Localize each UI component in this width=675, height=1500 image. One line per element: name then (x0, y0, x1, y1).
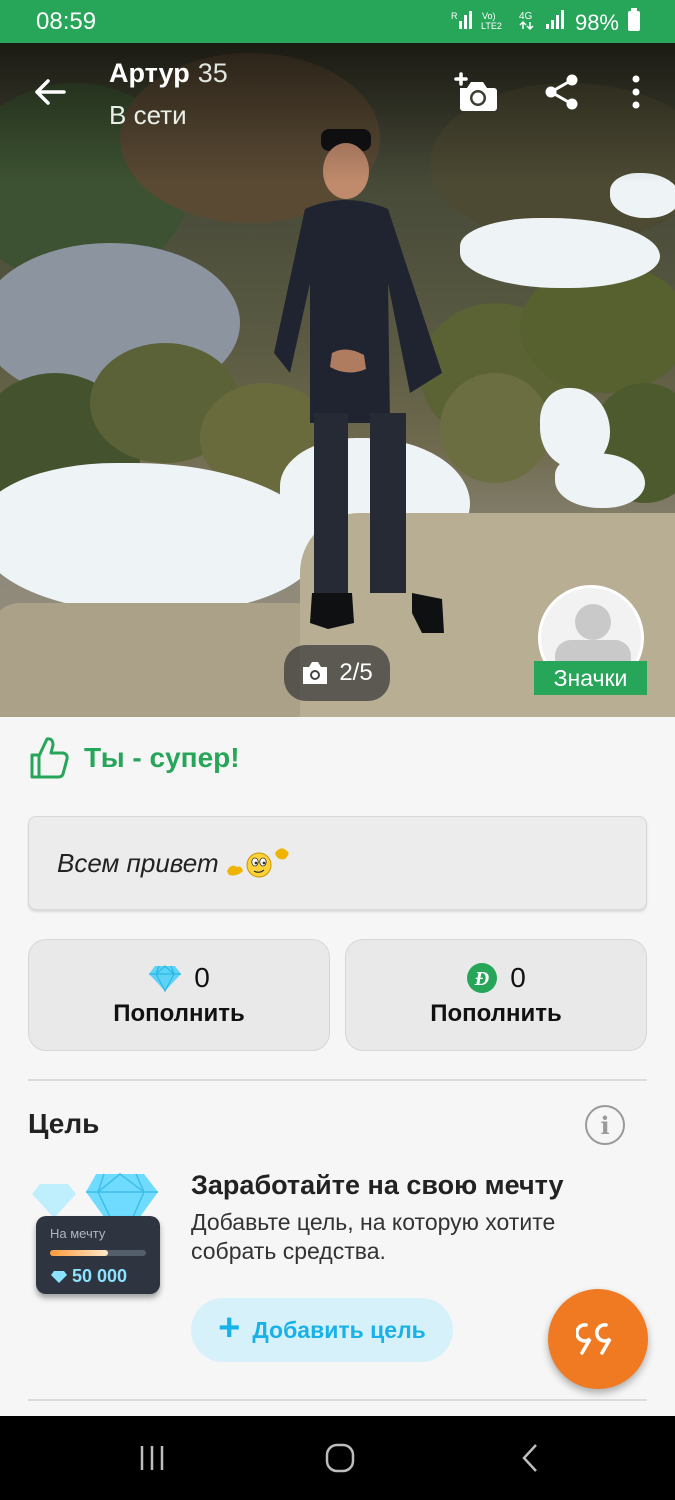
more-vertical-icon (632, 75, 640, 109)
diamonds-amount: 0 (194, 962, 210, 993)
like-row[interactable]: Ты - супер! (28, 735, 240, 781)
badges-button[interactable]: Значки (534, 661, 647, 695)
recent-apps-button[interactable] (130, 1436, 174, 1480)
battery-percent: 98% (574, 10, 619, 35)
photo-counter-text: 2/5 (339, 659, 373, 686)
status-icons: R Vo) LTE2 4G 98% (451, 8, 641, 38)
status-bar: 08:59 R Vo) LTE2 4G 98% (0, 0, 675, 43)
coins-wallet[interactable]: Đ 0 Пополнить (345, 939, 647, 1051)
add-photo-button[interactable] (454, 70, 498, 114)
coins-topup-label: Пополнить (430, 1000, 562, 1027)
coins-amount: 0 (510, 962, 526, 993)
goal-illustration: На мечту 50 000 (30, 1170, 166, 1300)
goal-heading: Заработайте на свою мечту (191, 1170, 564, 1200)
svg-text:Đ: Đ (474, 968, 489, 990)
online-status: В сети (109, 100, 187, 130)
diamonds-amount-row: 0 (148, 962, 210, 994)
diamonds-topup-label: Пополнить (113, 1000, 245, 1027)
photo-counter[interactable]: 2/5 (284, 645, 390, 701)
home-button[interactable] (318, 1436, 362, 1480)
share-button[interactable] (540, 70, 584, 114)
camera-icon (303, 662, 328, 684)
system-nav-bar (0, 1416, 675, 1500)
back-button[interactable] (30, 72, 70, 112)
profile-name: Артур (109, 58, 190, 88)
svg-text:4G: 4G (519, 11, 533, 22)
quote-fab-button[interactable] (548, 1289, 648, 1389)
coin-icon: Đ (467, 963, 498, 993)
signal-bars-icon (545, 9, 567, 37)
svg-text:LTE2: LTE2 (481, 21, 502, 31)
4g-icon: 4G (517, 9, 537, 37)
home-icon (325, 1443, 355, 1473)
diamond-icon (51, 1270, 67, 1283)
signal-r-icon: R (451, 9, 473, 37)
goal-card-sum: 50 000 (50, 1266, 127, 1287)
more-button[interactable] (614, 70, 658, 114)
goal-card-label: На мечту (50, 1226, 106, 1241)
add-goal-button[interactable]: + Добавить цель (191, 1298, 453, 1362)
share-icon (545, 74, 578, 110)
volte-icon: Vo) LTE2 (481, 9, 509, 37)
emoji-icon (226, 848, 289, 878)
svg-text:Vo): Vo) (482, 11, 496, 21)
recent-apps-icon (140, 1446, 164, 1470)
add-goal-label: Добавить цель (252, 1316, 426, 1343)
divider (28, 1399, 647, 1401)
system-back-button[interactable] (508, 1436, 552, 1480)
about-text: Всем привет (57, 847, 219, 878)
person-figure (274, 129, 444, 633)
goal-description: Добавьте цель, на которую хотите собрать… (191, 1209, 556, 1264)
goal-progress-bar (50, 1250, 146, 1256)
thumbs-up-icon (30, 737, 69, 779)
info-icon[interactable]: i (585, 1105, 625, 1145)
status-time: 08:59 (36, 8, 97, 35)
battery-icon (627, 8, 641, 38)
diamonds-wallet[interactable]: 0 Пополнить (28, 939, 330, 1051)
like-text: Ты - супер! (84, 742, 240, 773)
goal-card-amount: 50 000 (72, 1266, 128, 1286)
diamond-icon (149, 965, 182, 992)
arrow-left-icon (35, 79, 66, 105)
goal-preview-card: На мечту 50 000 (36, 1216, 160, 1294)
add-photo-icon (454, 72, 497, 111)
goal-section-title: Цель (28, 1108, 100, 1139)
quote-icon (576, 1323, 612, 1355)
about-card[interactable]: Всем привет (28, 816, 647, 910)
coins-amount-row: Đ 0 (466, 962, 526, 994)
plus-icon: + (218, 1307, 241, 1349)
profile-name-line: Артур 35 (109, 58, 228, 89)
profile-age: 35 (197, 58, 228, 88)
svg-text:R: R (451, 11, 458, 21)
chevron-left-icon (522, 1444, 537, 1472)
divider (28, 1079, 647, 1081)
